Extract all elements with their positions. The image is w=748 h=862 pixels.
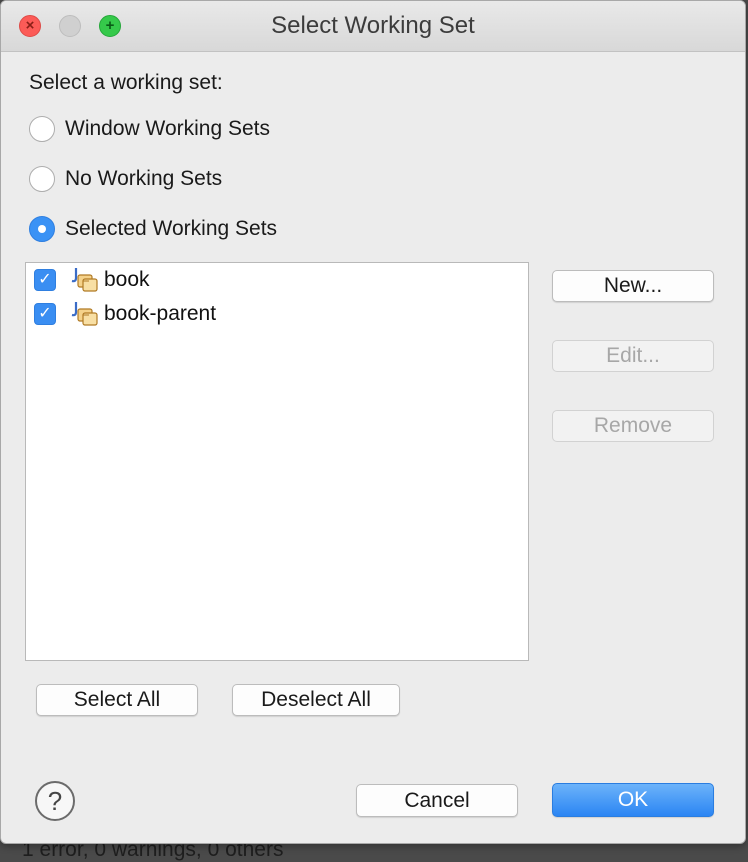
list-item-book-parent[interactable]: ✓ book-parent bbox=[34, 300, 216, 328]
ok-button[interactable]: OK bbox=[552, 783, 714, 817]
edit-button[interactable]: Edit... bbox=[552, 340, 714, 372]
radio-no-working-sets[interactable]: No Working Sets bbox=[29, 164, 222, 194]
deselect-all-button[interactable]: Deselect All bbox=[232, 684, 400, 716]
cancel-button[interactable]: Cancel bbox=[356, 784, 518, 817]
radio-selected-working-sets[interactable]: Selected Working Sets bbox=[29, 214, 277, 244]
window-title: Select Working Set bbox=[271, 12, 475, 39]
list-item-book[interactable]: ✓ book bbox=[34, 266, 150, 294]
working-set-list[interactable]: ✓ book ✓ book-parent bbox=[25, 262, 529, 661]
radio-button[interactable] bbox=[29, 116, 55, 142]
radio-label: Window Working Sets bbox=[65, 117, 271, 140]
title-bar: × + Select Working Set bbox=[1, 1, 745, 52]
select-working-set-dialog: × + Select Working Set Select a working … bbox=[0, 0, 746, 844]
checkbox-book[interactable]: ✓ bbox=[34, 269, 56, 291]
help-icon[interactable]: ? bbox=[35, 781, 75, 821]
java-working-set-icon bbox=[71, 302, 98, 326]
radio-label: No Working Sets bbox=[65, 167, 223, 190]
remove-button[interactable]: Remove bbox=[552, 410, 714, 442]
select-all-button[interactable]: Select All bbox=[36, 684, 198, 716]
new-button[interactable]: New... bbox=[552, 270, 714, 302]
radio-window-working-sets[interactable]: Window Working Sets bbox=[29, 114, 270, 144]
radio-label: Selected Working Sets bbox=[65, 217, 278, 240]
select-working-set-prompt: Select a working set: bbox=[29, 71, 223, 94]
java-working-set-icon bbox=[71, 268, 98, 292]
list-item-label: book-parent bbox=[104, 302, 217, 325]
list-item-label: book bbox=[104, 268, 150, 291]
radio-button-selected[interactable] bbox=[29, 216, 55, 242]
checkbox-book-parent[interactable]: ✓ bbox=[34, 303, 56, 325]
radio-button[interactable] bbox=[29, 166, 55, 192]
